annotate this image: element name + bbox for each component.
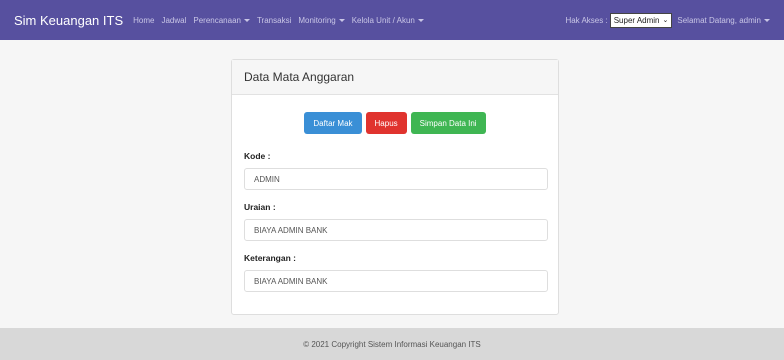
caret-down-icon [764, 18, 770, 22]
keterangan-label: Keterangan : [244, 253, 296, 263]
keterangan-field[interactable]: BIAYA ADMIN BANK [244, 270, 548, 292]
card-title: Data Mata Anggaran [232, 60, 558, 95]
uraian-field[interactable]: BIAYA ADMIN BANK [244, 219, 548, 241]
daftar-mak-button[interactable]: Daftar Mak [304, 112, 362, 134]
footer: © 2021 Copyright Sistem Informasi Keuang… [0, 328, 784, 360]
nav-jadwal[interactable]: Jadwal [161, 16, 186, 25]
nav-transaksi[interactable]: Transaksi [257, 16, 291, 25]
nav-home[interactable]: Home [133, 16, 154, 25]
kode-label: Kode : [244, 151, 271, 161]
app-brand[interactable]: Sim Keuangan ITS [14, 13, 123, 28]
hapus-button[interactable]: Hapus [365, 112, 407, 134]
caret-down-icon [243, 18, 250, 22]
nav-perencanaan-dropdown[interactable]: Perencanaan [193, 16, 250, 25]
nav-kelola-label: Kelola Unit / Akun [351, 15, 415, 25]
role-select-value: Super Admin [613, 15, 660, 25]
nav-monitoring-dropdown[interactable]: Monitoring [298, 15, 345, 25]
top-navbar: Sim Keuangan ITS Home Jadwal Perencanaan… [0, 0, 784, 40]
role-select[interactable]: Super Admin ⌄ [609, 12, 673, 28]
caret-down-icon [417, 18, 424, 22]
caret-down-icon [338, 18, 345, 22]
nav-transaksi-label: Transaksi [256, 15, 292, 25]
kode-field[interactable]: ADMIN [244, 168, 548, 190]
greeting-label: Selamat Datang, admin [677, 15, 761, 25]
hak-akses-label: Hak Akses : [565, 15, 608, 25]
nav-jadwal-label: Jadwal [161, 15, 187, 25]
navbar-right: Hak Akses : Super Admin ⌄ Selamat Datang… [565, 12, 770, 28]
uraian-label: Uraian : [244, 202, 276, 212]
nav-monitoring-label: Monitoring [298, 15, 336, 25]
nav-home-label: Home [133, 15, 155, 25]
mata-anggaran-card: Data Mata Anggaran Daftar Mak Hapus Simp… [231, 59, 559, 315]
chevron-down-icon: ⌄ [662, 16, 669, 24]
user-menu-dropdown[interactable]: Selamat Datang, admin [677, 16, 770, 25]
footer-copyright: © 2021 Copyright Sistem Informasi Keuang… [303, 339, 481, 349]
nav-perencanaan-label: Perencanaan [193, 15, 241, 25]
nav-kelola-dropdown[interactable]: Kelola Unit / Akun [352, 16, 424, 25]
action-buttons: Daftar Mak Hapus Simpan Data Ini [232, 112, 558, 134]
simpan-button[interactable]: Simpan Data Ini [410, 112, 486, 134]
